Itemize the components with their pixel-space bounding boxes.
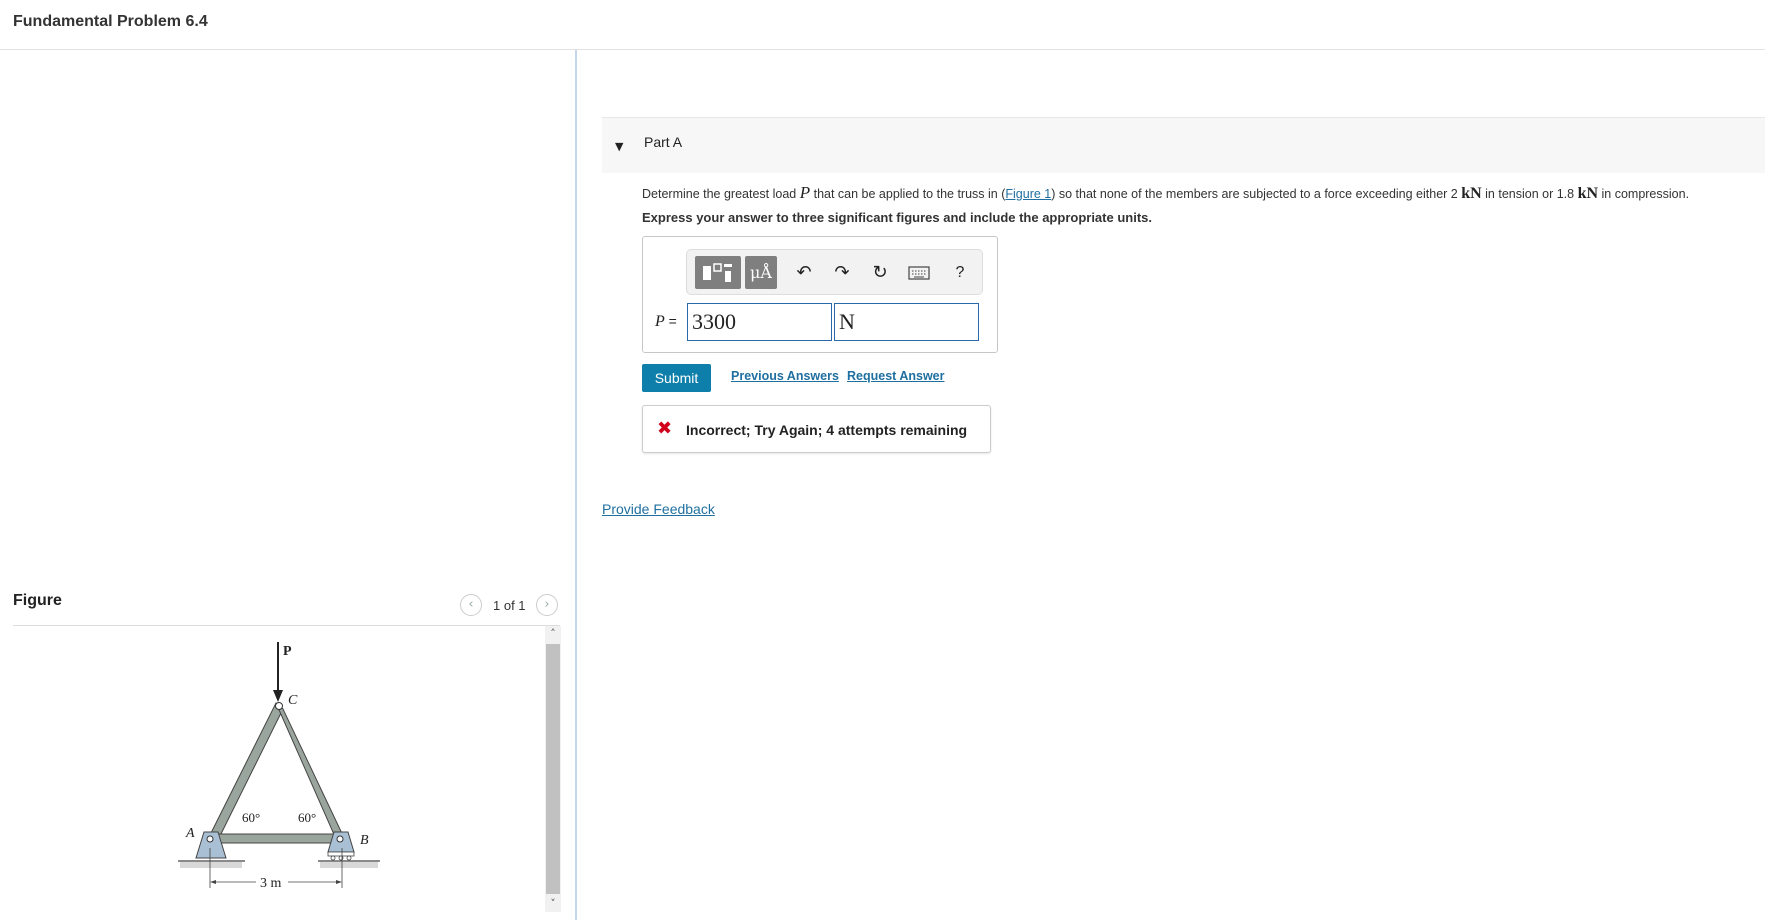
chevron-left-icon: ‹ (468, 597, 474, 612)
keyboard-icon (908, 266, 930, 280)
submit-button[interactable]: Submit (642, 364, 711, 392)
feedback-message-box: ✖ Incorrect; Try Again; 4 attempts remai… (642, 405, 991, 453)
scrollbar-thumb[interactable] (546, 644, 560, 894)
provide-feedback-link[interactable]: Provide Feedback (602, 501, 715, 517)
undo-icon: ↶ (796, 262, 812, 283)
scroll-down-icon[interactable]: ˅ (545, 896, 561, 912)
span-label: 3 m (260, 876, 282, 891)
unit-kn-2: kN (1577, 185, 1599, 202)
answer-var: P (655, 313, 665, 330)
value-input[interactable]: 3300 (687, 303, 832, 341)
next-figure-button[interactable]: › (536, 594, 558, 616)
templates-icon (703, 263, 732, 282)
part-a-header[interactable]: ▼ Part A (602, 117, 1765, 173)
figure-link[interactable]: Figure 1 (1005, 187, 1051, 201)
reset-icon: ↻ (872, 262, 888, 283)
node-b-label: B (360, 833, 369, 848)
angle-right-label: 60° (298, 810, 316, 825)
keyboard-button[interactable] (905, 256, 933, 289)
x-icon: ✖ (657, 418, 673, 439)
figure-label: Figure (13, 592, 62, 609)
panel-divider[interactable] (575, 50, 577, 920)
math-toolbar: μÅ ↶ ↷ ↻ ? (686, 249, 983, 295)
reset-button[interactable]: ↻ (867, 256, 893, 289)
truss-figure: P C A B 60° 60° 3 m (178, 642, 380, 891)
answer-box: μÅ ↶ ↷ ↻ ? P = 3300 N (642, 236, 998, 353)
figure-divider (13, 625, 560, 626)
redo-button[interactable]: ↷ (829, 256, 855, 289)
scroll-up-icon[interactable]: ˄ (545, 626, 561, 642)
caret-down-icon[interactable]: ▼ (615, 140, 623, 153)
page-title: Fundamental Problem 6.4 (13, 13, 208, 30)
load-label: P (283, 644, 292, 659)
page-header: Fundamental Problem 6.4 (0, 0, 1765, 50)
question-text: Determine the greatest load P that can b… (642, 183, 1689, 203)
angle-left-label: 60° (242, 810, 260, 825)
redo-icon: ↷ (834, 262, 850, 283)
prev-figure-button[interactable]: ‹ (460, 594, 482, 616)
ground-right (318, 860, 380, 868)
units-button[interactable]: μÅ (745, 256, 777, 289)
member-ab (209, 833, 343, 844)
unit-kn-1: kN (1461, 185, 1482, 202)
node-c-label: C (288, 693, 298, 708)
chevron-right-icon: › (544, 597, 550, 612)
undo-button[interactable]: ↶ (791, 256, 817, 289)
question-mid2: ) so that none of the members are subjec… (1051, 187, 1462, 201)
templates-button[interactable] (695, 256, 741, 289)
request-answer-link[interactable]: Request Answer (847, 369, 944, 383)
equals-sign: = (668, 313, 677, 329)
node-a-label: A (185, 826, 195, 841)
ground-left (178, 860, 245, 868)
part-title: Part A (644, 134, 683, 150)
question-mid: that can be applied to the truss in ( (810, 187, 1006, 201)
question-mid3: in tension or 1.8 (1481, 187, 1578, 201)
question-post: in compression. (1598, 187, 1690, 201)
unit-input[interactable]: N (834, 303, 979, 341)
instruction-text: Express your answer to three significant… (642, 210, 1152, 225)
question-var: P (799, 183, 811, 202)
figure-counter: 1 of 1 (493, 598, 526, 613)
figure-scrollbar[interactable]: ˄ ˅ (545, 626, 561, 912)
answer-var-label: P = (655, 313, 677, 331)
feedback-message: Incorrect; Try Again; 4 attempts remaini… (686, 422, 968, 438)
previous-answers-link[interactable]: Previous Answers (731, 369, 839, 383)
help-button[interactable]: ? (947, 256, 973, 289)
question-pre: Determine the greatest load (642, 187, 800, 201)
